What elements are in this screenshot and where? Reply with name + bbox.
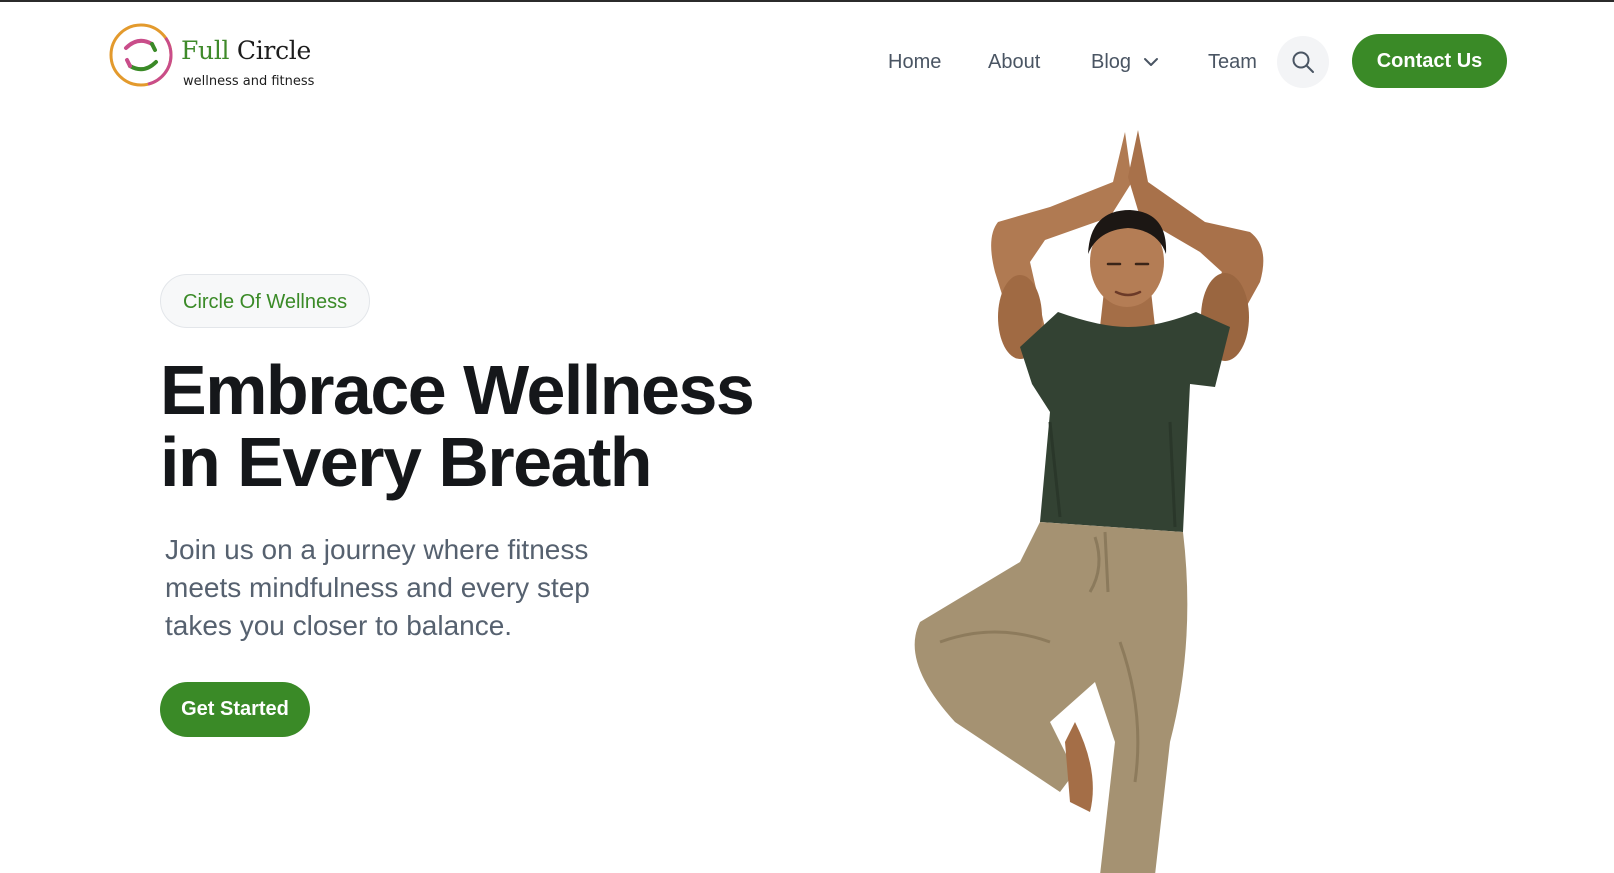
page: Full Circle wellness and fitness Home Ab… bbox=[0, 0, 1614, 873]
get-started-button[interactable]: Get Started bbox=[160, 682, 310, 737]
nav-link-about[interactable]: About bbox=[988, 50, 1040, 74]
brand-tagline: wellness and fitness bbox=[183, 74, 315, 89]
hero-headline-line-1: Embrace Wellness bbox=[160, 351, 755, 429]
brand-name-part1: Full bbox=[181, 36, 230, 65]
nav-link-team[interactable]: Team bbox=[1208, 50, 1257, 74]
circle-logo-icon bbox=[109, 23, 173, 87]
chevron-down-icon[interactable] bbox=[1143, 55, 1159, 69]
search-button[interactable] bbox=[1277, 36, 1329, 88]
foot bbox=[1065, 722, 1093, 812]
brand-name: Full Circle bbox=[181, 37, 311, 65]
hero-eyebrow-badge: Circle Of Wellness bbox=[160, 274, 371, 328]
contact-us-button[interactable]: Contact Us bbox=[1352, 34, 1507, 88]
nav-link-blog[interactable]: Blog bbox=[1091, 50, 1131, 74]
brand-logo[interactable]: Full Circle wellness and fitness bbox=[108, 22, 338, 92]
hero-description-line-3: takes you closer to balance. bbox=[165, 610, 513, 641]
hero-description-line-1: Join us on a journey where fitness bbox=[165, 534, 589, 565]
pants bbox=[914, 522, 1188, 873]
hero-headline: Embrace Wellness in Every Breath bbox=[160, 354, 860, 498]
hero-headline-line-2: in Every Breath bbox=[160, 423, 653, 501]
brand-name-part2: Circle bbox=[236, 36, 311, 65]
hero-yoga-photo bbox=[914, 130, 1264, 873]
hero-description-line-2: meets mindfulness and every step bbox=[165, 572, 590, 603]
search-icon bbox=[1292, 51, 1314, 73]
hero-description: Join us on a journey where fitness meets… bbox=[165, 531, 685, 645]
nav-link-home[interactable]: Home bbox=[888, 50, 941, 74]
